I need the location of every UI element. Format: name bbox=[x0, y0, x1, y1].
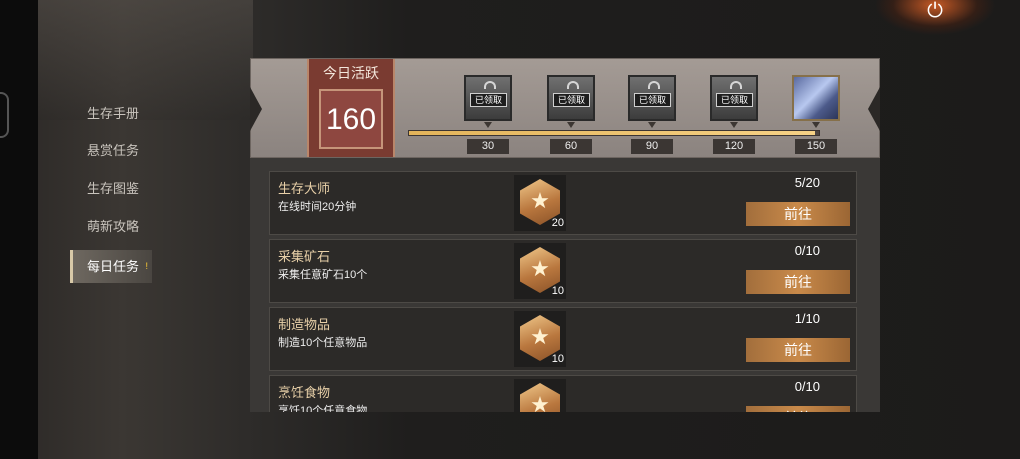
marker-arrow-icon bbox=[648, 122, 656, 128]
screen-edge-bar bbox=[0, 0, 38, 459]
task-name: 烹饪食物 bbox=[278, 385, 331, 400]
sidebar-item-survival-handbook[interactable]: 生存手册 bbox=[70, 99, 152, 129]
chest-lock bbox=[730, 81, 742, 89]
claimed-stamp: 已领取 bbox=[634, 93, 671, 107]
reward-amount: 10 bbox=[551, 353, 564, 365]
task-name: 采集矿石 bbox=[278, 249, 331, 264]
chest-icon[interactable]: 已领取 bbox=[464, 75, 512, 121]
activity-header: 今日活跃 160 已领取 30 已领取 60 已领取 90 已领取 120 15… bbox=[250, 58, 880, 158]
sidebar-item-newbie-guide[interactable]: 萌新攻略 bbox=[70, 212, 152, 242]
chest-icon[interactable]: 已领取 bbox=[547, 75, 595, 121]
chest-lock bbox=[567, 81, 579, 89]
task-progress: 1/10 bbox=[794, 311, 820, 326]
sidebar-item-label: 萌新攻略 bbox=[87, 219, 140, 234]
header-notch-right bbox=[868, 87, 880, 131]
task-description: 烹饪10个任意食物 bbox=[278, 405, 368, 412]
chest-threshold: 60 bbox=[550, 139, 592, 154]
task-reward: ★ 10 bbox=[514, 311, 566, 367]
activity-score: 160 bbox=[325, 103, 377, 136]
task-reward: ★ bbox=[514, 379, 566, 412]
task-progress: 5/20 bbox=[794, 175, 820, 190]
sidebar-item-label: 生存图鉴 bbox=[87, 181, 140, 196]
chest-threshold: 120 bbox=[713, 139, 755, 154]
task-name: 生存大师 bbox=[278, 181, 331, 196]
chest-lock bbox=[484, 81, 496, 89]
activity-progress-fill bbox=[409, 131, 815, 135]
go-button[interactable]: 前往 bbox=[746, 338, 850, 362]
star-badge-icon: ★ bbox=[520, 383, 560, 412]
header-notch-left bbox=[250, 87, 262, 131]
sidebar-item-survival-codex[interactable]: 生存图鉴 bbox=[70, 174, 152, 204]
task-list[interactable]: 生存大师 在线时间20分钟 ★ 20 5/20 前往 采集矿石 采集任意矿石10… bbox=[250, 158, 880, 412]
task-name: 制造物品 bbox=[278, 317, 331, 332]
task-card: 采集矿石 采集任意矿石10个 ★ 10 0/10 前往 bbox=[269, 239, 857, 303]
marker-arrow-icon bbox=[730, 122, 738, 128]
task-description: 制造10个任意物品 bbox=[278, 337, 368, 349]
task-description: 在线时间20分钟 bbox=[278, 201, 357, 213]
chest-threshold: 30 bbox=[467, 139, 509, 154]
go-button[interactable]: 前往 bbox=[746, 270, 850, 294]
task-card: 制造物品 制造10个任意物品 ★ 10 1/10 前往 bbox=[269, 307, 857, 371]
chest-icon[interactable]: 已领取 bbox=[710, 75, 758, 121]
task-description: 采集任意矿石10个 bbox=[278, 269, 368, 281]
go-button[interactable]: 前往 bbox=[746, 406, 850, 412]
score-frame: 160 bbox=[319, 89, 383, 149]
power-icon[interactable]: ⏻ bbox=[922, 0, 948, 24]
activity-progress-bar bbox=[408, 130, 820, 136]
sidebar-item-label: 悬赏任务 bbox=[87, 143, 140, 158]
chest-lock bbox=[648, 81, 660, 89]
activity-score-box: 今日活跃 160 bbox=[307, 59, 395, 157]
sidebar-item-label: 每日任务 bbox=[87, 259, 140, 274]
notification-badge-icon: ! bbox=[145, 261, 148, 271]
task-progress: 0/10 bbox=[794, 379, 820, 394]
marker-arrow-icon bbox=[812, 122, 820, 128]
claimed-stamp: 已领取 bbox=[470, 93, 507, 107]
claimed-stamp: 已领取 bbox=[553, 93, 590, 107]
grand-chest-icon[interactable] bbox=[792, 75, 840, 121]
sidebar-item-daily-tasks[interactable]: 每日任务 ! bbox=[70, 250, 152, 283]
chest-threshold: 90 bbox=[631, 139, 673, 154]
reward-amount: 20 bbox=[551, 217, 564, 229]
claimed-stamp: 已领取 bbox=[716, 93, 753, 107]
activity-title: 今日活跃 bbox=[323, 65, 379, 81]
task-progress: 0/10 bbox=[794, 243, 820, 258]
reward-amount: 10 bbox=[551, 285, 564, 297]
sidebar-item-label: 生存手册 bbox=[87, 106, 140, 121]
marker-arrow-icon bbox=[567, 122, 575, 128]
task-reward: ★ 20 bbox=[514, 175, 566, 231]
sidebar-item-bounty-tasks[interactable]: 悬赏任务 bbox=[70, 136, 152, 166]
task-reward: ★ 10 bbox=[514, 243, 566, 299]
marker-arrow-icon bbox=[484, 122, 492, 128]
edge-notch bbox=[0, 92, 9, 138]
chest-icon[interactable]: 已领取 bbox=[628, 75, 676, 121]
task-card: 烹饪食物 烹饪10个任意食物 ★ 0/10 前往 bbox=[269, 375, 857, 412]
chest-threshold: 150 bbox=[795, 139, 837, 154]
go-button[interactable]: 前往 bbox=[746, 202, 850, 226]
task-card: 生存大师 在线时间20分钟 ★ 20 5/20 前往 bbox=[269, 171, 857, 235]
